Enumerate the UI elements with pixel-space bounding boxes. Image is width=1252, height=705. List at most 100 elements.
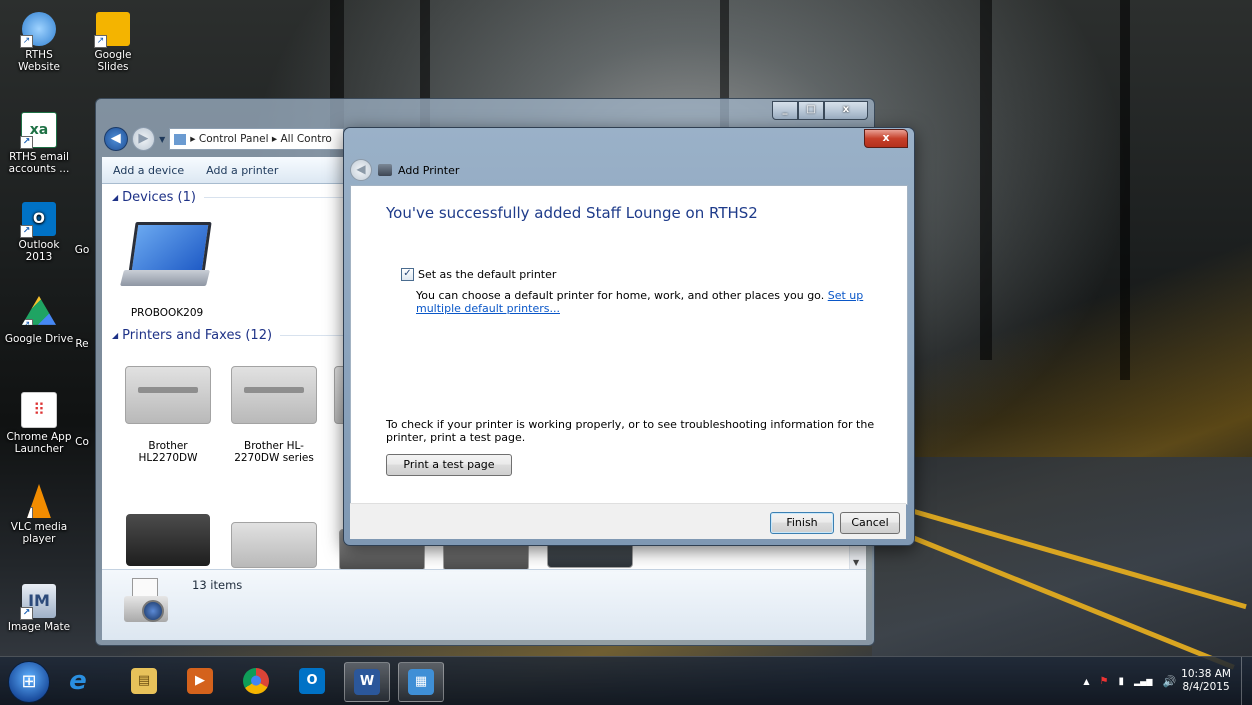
desktop-icon-rths-website[interactable]: ↗ RTHS Website bbox=[4, 12, 74, 73]
print-test-page-button[interactable]: Print a test page bbox=[386, 454, 512, 476]
dialog-close-button[interactable]: x bbox=[864, 129, 908, 148]
background-tree bbox=[1120, 0, 1130, 380]
desktop-icon-outlook-2013[interactable]: O ↗ Outlook 2013 bbox=[4, 202, 74, 263]
control-panel-icon bbox=[174, 133, 187, 145]
printer-item[interactable] bbox=[120, 514, 216, 566]
vlc-cone-icon: ↗ bbox=[27, 484, 51, 518]
taskbar: ⊞ e ▤ ▶ ● O W ▦ ▲ ⚑ ▮ ▂▄▆ 🔊 10:38 AM 8/4… bbox=[0, 656, 1252, 705]
desktop-icon-partial[interactable]: Go bbox=[72, 244, 92, 256]
cancel-button[interactable]: Cancel bbox=[840, 512, 900, 534]
app-launcher-icon: ⠿ bbox=[21, 392, 57, 428]
breadcrumb-separator: ▸ bbox=[190, 133, 199, 145]
breadcrumb-control-panel[interactable]: Control Panel bbox=[199, 133, 269, 145]
finish-button[interactable]: Finish bbox=[770, 512, 834, 534]
breadcrumb[interactable]: ▸ Control Panel ▸ All Contro bbox=[169, 128, 344, 150]
outlook-icon: O bbox=[299, 668, 325, 694]
default-printer-description: You can choose a default printer for hom… bbox=[416, 289, 886, 315]
printer-item[interactable]: Brother HL-2270DW series bbox=[226, 366, 322, 464]
desktop-icon-label: VLC media player bbox=[10, 521, 68, 545]
add-device-button[interactable]: Add a device bbox=[102, 164, 195, 177]
dialog-body: You've successfully added Staff Lounge o… bbox=[350, 185, 908, 505]
taskbar-item-chrome[interactable]: ● bbox=[234, 662, 278, 700]
details-pane: 13 items bbox=[102, 569, 866, 640]
volume-icon[interactable]: 🔊 bbox=[1162, 675, 1176, 688]
printer-label: Brother HL2270DW bbox=[138, 440, 198, 464]
drive-icon: ↗ bbox=[22, 296, 56, 325]
desktop-icon-partial[interactable]: Re bbox=[72, 338, 92, 350]
printer-item[interactable] bbox=[226, 522, 322, 568]
battery-icon[interactable]: ▮ bbox=[1118, 676, 1124, 687]
back-arrow-icon[interactable]: ◀ bbox=[350, 159, 372, 181]
history-dropdown-icon[interactable]: ▼ bbox=[159, 135, 165, 144]
item-count: 13 items bbox=[192, 578, 243, 592]
default-printer-desc-text: You can choose a default printer for hom… bbox=[416, 289, 825, 302]
dialog-footer: Finish Cancel bbox=[350, 503, 906, 539]
desktop-icon-label: RTHS Website bbox=[18, 49, 60, 73]
slides-icon: ↗ bbox=[94, 12, 130, 48]
file-explorer-icon: ▤ bbox=[131, 668, 157, 694]
test-page-info: To check if your printer is working prop… bbox=[386, 418, 875, 444]
default-printer-checkbox[interactable]: ✓ bbox=[401, 268, 414, 281]
chrome-icon: ● bbox=[243, 668, 269, 694]
desktop-icon-google-drive[interactable]: ↗ Google Drive bbox=[4, 296, 74, 345]
collapse-triangle-icon: ◢ bbox=[112, 331, 119, 340]
clock-date: 8/4/2015 bbox=[1182, 681, 1230, 693]
network-signal-icon[interactable]: ▂▄▆ bbox=[1134, 677, 1152, 686]
printer-icon bbox=[126, 514, 210, 566]
background-road bbox=[872, 457, 1252, 657]
taskbar-item-outlook[interactable]: O bbox=[290, 662, 334, 700]
printer-icon bbox=[231, 522, 317, 568]
collapse-triangle-icon: ◢ bbox=[112, 193, 119, 202]
forward-arrow-icon[interactable]: ▶ bbox=[131, 127, 156, 151]
maximize-button[interactable]: □ bbox=[798, 101, 824, 120]
group-header-printers[interactable]: ◢ Printers and Faxes (12) bbox=[112, 328, 351, 343]
desktop-icon-vlc[interactable]: ↗ VLC media player bbox=[4, 484, 74, 545]
printer-item[interactable]: Brother HL2270DW bbox=[120, 366, 216, 464]
taskbar-item-internet-explorer[interactable]: e bbox=[56, 662, 100, 700]
printer-camera-icon bbox=[120, 578, 168, 628]
desktop-icon-chrome-app-launcher[interactable]: ⠿ Chrome App Launcher bbox=[4, 392, 74, 455]
desktop-icon-google-slides[interactable]: ↗ Google Slides bbox=[78, 12, 148, 73]
printer-label: Brother HL-2270DW series bbox=[234, 440, 314, 464]
imagemate-icon: IM ↗ bbox=[20, 584, 56, 620]
desktop-icon-rths-email[interactable]: xa ↗ RTHS email accounts ... bbox=[4, 112, 74, 175]
clock-time: 10:38 AM bbox=[1181, 668, 1231, 680]
printer-icon bbox=[231, 366, 317, 424]
printer-icon bbox=[378, 164, 392, 176]
add-printer-button[interactable]: Add a printer bbox=[195, 164, 289, 177]
window-controls: _ □ x bbox=[772, 101, 868, 120]
system-tray: ▲ ⚑ ▮ ▂▄▆ 🔊 10:38 AM 8/4/2015 bbox=[1078, 657, 1252, 705]
start-button[interactable]: ⊞ bbox=[8, 661, 50, 703]
taskbar-item-media-player[interactable]: ▶ bbox=[178, 662, 222, 700]
desktop-icon-partial[interactable]: Co bbox=[72, 436, 92, 448]
outlook-icon: O ↗ bbox=[20, 202, 56, 238]
breadcrumb-all-control[interactable]: All Contro bbox=[280, 133, 331, 145]
default-printer-label[interactable]: Set as the default printer bbox=[418, 268, 556, 281]
show-hidden-icons-icon[interactable]: ▲ bbox=[1083, 677, 1089, 686]
desktop-icon-label: Google Slides bbox=[94, 49, 132, 73]
taskbar-item-file-explorer[interactable]: ▤ bbox=[122, 662, 166, 700]
scroll-down-icon[interactable]: ▼ bbox=[853, 558, 859, 567]
group-title: Printers and Faxes (12) bbox=[122, 328, 273, 343]
taskbar-item-word[interactable]: W bbox=[344, 662, 390, 702]
internet-explorer-icon: e bbox=[69, 666, 87, 696]
laptop-icon[interactable] bbox=[120, 222, 212, 290]
clock[interactable]: 10:38 AM 8/4/2015 bbox=[1181, 668, 1231, 694]
desktop-icon-label: Chrome App Launcher bbox=[6, 431, 72, 455]
default-printer-option[interactable]: ✓ Set as the default printer bbox=[401, 268, 556, 281]
desktop-icon-image-mate[interactable]: IM ↗ Image Mate bbox=[4, 584, 74, 633]
add-printer-dialog[interactable]: x ◀ Add Printer You've successfully adde… bbox=[343, 127, 915, 546]
desktop-icon-label: Outlook 2013 bbox=[18, 239, 60, 263]
back-arrow-icon[interactable]: ◀ bbox=[104, 127, 128, 151]
word-icon: W bbox=[354, 669, 380, 695]
close-button[interactable]: x bbox=[824, 101, 868, 120]
minimize-button[interactable]: _ bbox=[772, 101, 798, 120]
taskbar-item-control-panel[interactable]: ▦ bbox=[398, 662, 444, 702]
group-header-devices[interactable]: ◢ Devices (1) bbox=[112, 190, 344, 205]
success-heading: You've successfully added Staff Lounge o… bbox=[386, 204, 758, 222]
dialog-header: ◀ Add Printer bbox=[350, 156, 906, 184]
desktop-icon-label: RTHS email accounts ... bbox=[8, 151, 70, 175]
device-label[interactable]: PROBOOK209 bbox=[122, 307, 212, 319]
action-center-flag-icon[interactable]: ⚑ bbox=[1100, 676, 1109, 687]
show-desktop-button[interactable] bbox=[1241, 657, 1252, 705]
